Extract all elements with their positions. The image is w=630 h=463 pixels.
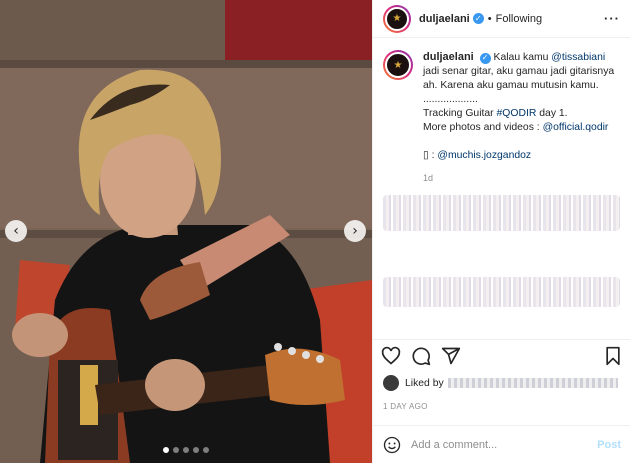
- carousel-dot: [173, 447, 179, 453]
- following-button[interactable]: Following: [496, 13, 542, 25]
- caption-body: duljaelani ✓ Kalau kamu @tissabiani jadi…: [423, 50, 619, 185]
- mention-link[interactable]: @muchis.jozgandoz: [437, 150, 531, 161]
- separator-dot: •: [487, 12, 492, 25]
- liker-avatar[interactable]: [383, 375, 399, 391]
- comment-icon[interactable]: [411, 346, 431, 366]
- mention-link[interactable]: @tissabiani: [551, 52, 605, 63]
- post-date[interactable]: 1 DAY AGO: [383, 402, 428, 411]
- star-logo-icon: ★: [385, 6, 409, 31]
- add-comment-bar: Post: [373, 425, 630, 463]
- caption-text: day 1.: [536, 108, 568, 119]
- carousel-dot: [193, 447, 199, 453]
- carousel-dot: [183, 447, 189, 453]
- liked-by-label: Liked by: [405, 377, 444, 389]
- more-options-icon[interactable]: ···: [604, 11, 620, 26]
- verified-badge-icon: ✓: [472, 13, 484, 24]
- username-link[interactable]: duljaelani: [419, 13, 470, 25]
- caption-text: More photos and videos :: [423, 122, 543, 133]
- post-header: ★ duljaelani ✓ • Following ···: [373, 0, 630, 38]
- caption-text: jadi senar gitar, aku gamau jadi gitaris…: [423, 66, 615, 91]
- caption-text: Kalau kamu: [493, 52, 552, 63]
- chevron-left-icon: ‹: [13, 223, 19, 239]
- blurred-likers: [447, 378, 618, 388]
- post-side-panel: ★ duljaelani ✓ • Following ··· ★ duljael…: [372, 0, 630, 463]
- share-icon[interactable]: [441, 346, 461, 366]
- next-image-button[interactable]: ›: [344, 220, 366, 242]
- caption-username-link[interactable]: duljaelani: [423, 51, 474, 63]
- caption-text: Tracking Guitar: [423, 108, 497, 119]
- blurred-comment: [383, 277, 620, 307]
- caption-dots: ...................: [423, 94, 478, 105]
- carousel-dot: [203, 447, 209, 453]
- likes-row: Liked by: [383, 375, 618, 391]
- star-logo-icon: ★: [385, 52, 411, 78]
- hashtag-link[interactable]: #QODIR: [497, 108, 537, 119]
- mention-link[interactable]: @official.qodir: [543, 122, 609, 133]
- blurred-comment: [383, 195, 620, 231]
- heart-icon[interactable]: [381, 346, 401, 366]
- post-button[interactable]: Post: [597, 439, 621, 451]
- comments-list: [373, 185, 630, 307]
- carousel-dot: [163, 447, 169, 453]
- chevron-right-icon: ›: [352, 223, 358, 239]
- verified-badge-icon: ✓: [479, 52, 491, 64]
- caption-timestamp[interactable]: 1d: [423, 171, 619, 185]
- post-media: ‹ ›: [0, 0, 372, 463]
- bookmark-icon[interactable]: [603, 346, 623, 366]
- comment-input[interactable]: [411, 438, 598, 451]
- avatar[interactable]: ★: [383, 50, 413, 80]
- carousel-indicator: [0, 447, 372, 453]
- previous-image-button[interactable]: ‹: [5, 220, 27, 242]
- post-photo: [0, 0, 372, 463]
- avatar[interactable]: ★: [383, 4, 411, 33]
- action-bar: [373, 339, 630, 372]
- caption: ★ duljaelani ✓ Kalau kamu @tissabiani ja…: [373, 38, 630, 185]
- smiley-icon[interactable]: [383, 436, 401, 454]
